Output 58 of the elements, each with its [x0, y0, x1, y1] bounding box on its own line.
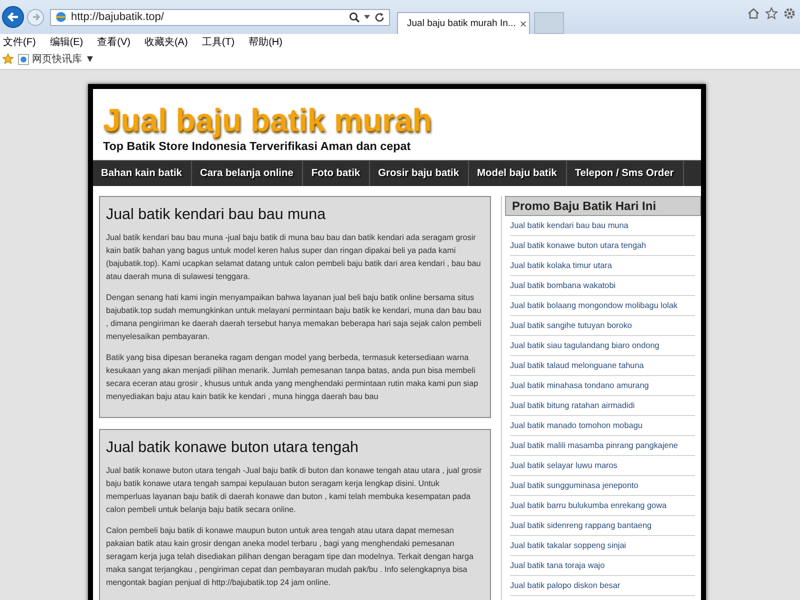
nav-link[interactable]: Bahan kain batik	[93, 161, 192, 186]
sidebar-link[interactable]: Jual batik malili masamba pinrang pangkajene	[510, 436, 695, 456]
nav-link[interactable]: Grosir baju batik	[370, 161, 470, 186]
dropdown-icon[interactable]	[364, 15, 370, 19]
article-paragraph: Jual batik konawe buton utara tengah -Jual baju batik di buton dan konawe tengah atau utara , jual grosir baju batik konawe utara tengah sampai kepulauan buton seragam kerja lengkap disini. Untuk memperluas layanan baju batik di daerah konawe dan buton , kami telah membuka kesempatan pada calon pembeli untuk belanja baju batik secara online.	[106, 465, 483, 516]
sidebar-link[interactable]: Jual batik bitung ratahan airmadidi	[510, 396, 695, 416]
sidebar-link[interactable]: Jual batik kolaka timur utara	[510, 256, 695, 276]
refresh-icon[interactable]	[374, 12, 385, 22]
sidebar-link[interactable]: Jual batik barru bulukumba enrekang gowa	[510, 496, 695, 516]
arrow-left-icon	[6, 10, 20, 24]
sidebar-heading: Promo Baju Batik Hari Ini	[505, 196, 701, 216]
browser-tab[interactable]: Jual baju batik murah In... ×	[397, 12, 530, 34]
menu-item[interactable]: 工具(T)	[202, 35, 235, 48]
home-icon[interactable]	[747, 6, 760, 20]
back-button[interactable]	[2, 6, 24, 28]
sidebar-link[interactable]: Jual batik selayar luwu maros	[510, 456, 695, 476]
menu-item[interactable]: 查看(V)	[97, 35, 130, 48]
globe-page-icon	[55, 11, 67, 23]
menu-item[interactable]: 收藏夹(A)	[144, 35, 188, 48]
nav-link[interactable]: Cara belanja online	[192, 161, 304, 186]
nav-link[interactable]: Foto batik	[303, 161, 370, 186]
sidebar-link[interactable]: Jual batik bolaang mongondow molibagu lolak	[510, 296, 695, 316]
sidebar-link[interactable]: Jual batik kendari bau bau muna	[510, 216, 695, 236]
article-title[interactable]: Jual batik konawe buton utara tengah	[106, 438, 483, 458]
sidebar-link[interactable]: Jual batik konawe buton utara tengah	[510, 236, 695, 256]
sidebar-link[interactable]: Jual batik manado tomohon mobagu	[510, 416, 695, 436]
menu-item[interactable]: 编辑(E)	[50, 35, 84, 48]
article-title[interactable]: Jual batik kendari bau bau muna	[106, 205, 483, 225]
sidebar-link[interactable]: Jual batik sidenreng rappang bantaeng	[510, 516, 695, 536]
sidebar-link[interactable]: Jual batik bombana wakatobi	[510, 276, 695, 296]
search-icon[interactable]	[349, 12, 360, 22]
caret-icon[interactable]: ▼	[85, 54, 95, 64]
site-tagline: Top Batik Store Indonesia Terverifikasi Aman dan cepat	[103, 139, 412, 155]
star-icon[interactable]	[765, 6, 778, 20]
address-text: http://bajubatik.top/	[71, 11, 165, 23]
menu-item[interactable]: 帮助(H)	[248, 35, 282, 48]
article-paragraph: Jual batik kendari bau bau muna -jual baju batik di muna bau bau dan batik kendari ada seragam grosir kain batik bahan yang bagus untuk model keren halus super dan ringan dipakai beli ya pada kami (bajubatik.top). Kami ucapkan selamat datang untuk calon pembeli baju batik dari area kendari , bau bau atau daerah muna di sulawesi tenggara.	[106, 232, 482, 283]
favorites-link[interactable]: 网页快讯库	[32, 52, 82, 66]
nav-link[interactable]: Telepon / Sms Order	[566, 161, 684, 186]
sidebar-link[interactable]: Jual batik takalar soppeng sinjai	[510, 536, 695, 556]
sidebar-link[interactable]: Jual batik talaud melonguane tahuna	[510, 356, 695, 376]
menu-item[interactable]: 文件(F)	[3, 35, 36, 48]
sidebar-link[interactable]: Jual batik minahasa tondano amurang	[510, 376, 695, 396]
sidebar-link[interactable]: Jual batik sungguminasa jeneponto	[510, 476, 695, 496]
article-paragraph: Calon pembeli baju batik di konawe maupun buton untuk area tengah atau utara dapat memesan pakaian batik atau kain grosir dengan aneka model terbaru , bagi yang menghendaki pemesanan seragam kerja juga telah disediakan pilihan dengan beragam tipe dan modelnya. Terkait dengan harga maka sangat terjangkau , pengiriman cepat dan pembayaran mudah pak/bu . Info selengkapnya bisa mengontak bagian penjual di http://bajubatik.top 24 jam online.	[106, 525, 474, 589]
close-tab-button[interactable]: ×	[520, 18, 527, 30]
sidebar-link[interactable]: Jual batik siau tagulandang biaro ondong	[510, 336, 695, 356]
sidebar-link[interactable]: Jual batik palopo diskon besar	[510, 576, 695, 596]
article-paragraph: Batik yang bisa dipesan beraneka ragam dengan model yang berbeda, termasuk ketersediaan warna kesukaan yang akan menjadi pilihan menarik. Jumlah pemesanan tanpa batas, anda pun bisa membeli secara eceran atau grosir , khusus untuk anda yang menghendaki permintaan rutin maka kami pun siap menyediakan baju atau kain batik ke kendari , muna hingga daerah bau bau	[106, 352, 480, 403]
address-field[interactable]: http://bajubatik.top/	[50, 8, 390, 26]
arrow-right-icon	[30, 12, 40, 22]
sidebar-link[interactable]: Jual batik tana toraja wajo	[510, 556, 695, 576]
sidebar-link[interactable]: Jual batik sangihe tutuyan boroko	[510, 316, 695, 336]
tab-title: Jual baju batik murah In...	[407, 18, 516, 29]
settings-icon[interactable]	[783, 6, 796, 20]
article-paragraph: Dengan senang hati kami ingin menyampaikan bahwa layanan jual beli baju batik online bersama situs bajubatik.top sudah memungkinkan untuk melayani permintaan baju batik ke kendari, muna dan bau bau , dimana pengiriman ke daerah daerah tersebut hanya memakan beberapa hari saja sejak calon pembeli menyelesaikan pembayaran.	[106, 292, 482, 343]
nav-link[interactable]: Model baju batik	[469, 161, 567, 186]
favorites-star-icon[interactable]	[2, 53, 14, 65]
